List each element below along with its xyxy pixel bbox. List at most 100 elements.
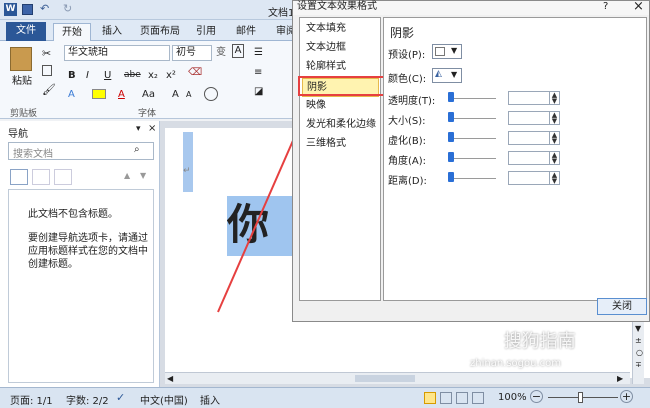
preset-dropdown[interactable]: ▼ [432,44,462,59]
underline-button[interactable]: U [104,67,111,85]
distance-spinner[interactable]: ▲ ▼ [508,171,560,185]
text-effects-button[interactable]: A [68,86,75,104]
scroll-thumb[interactable] [355,375,415,382]
nav-tab-headings-icon[interactable] [10,169,28,185]
transparency-spinner[interactable]: ▲ ▼ [508,91,560,105]
nav-tab-pages-icon[interactable] [32,169,50,185]
zoom-slider-thumb[interactable] [578,392,583,403]
scroll-left-icon[interactable]: ◀ [167,374,173,383]
language-indicator[interactable]: 中文(中国) [140,392,188,407]
nav-up-icon[interactable]: ▲ [124,171,130,180]
grow-font-button[interactable]: A [172,86,179,104]
category-reflection[interactable]: 映像 [302,97,379,116]
outline-view-icon[interactable] [472,392,484,404]
font-name-combo[interactable]: 华文琥珀 [64,45,170,61]
reading-view-icon[interactable] [440,392,452,404]
shrink-font-button[interactable]: A [186,86,191,104]
print-layout-view-icon[interactable] [424,392,436,404]
angle-spinner[interactable]: ▲ ▼ [508,151,560,165]
strikethrough-button[interactable]: abe [124,67,141,85]
font-color-button[interactable]: A [118,86,125,104]
angle-track [448,158,496,159]
tab-mailings[interactable]: 邮件 [230,23,262,41]
transparency-track [448,98,496,99]
undo-icon[interactable]: ↶ [40,2,49,15]
font-group-label: 字体 [138,109,157,119]
category-text-outline[interactable]: 文本边框 [302,39,379,58]
size-slider[interactable] [448,112,454,122]
transparency-slider[interactable] [448,92,454,102]
word-logo-icon: W [4,3,17,16]
paste-button[interactable]: 粘贴 [12,73,32,91]
spinner-arrows-icon: ▲ ▼ [549,132,559,145]
cut-icon[interactable]: ✂ [42,47,51,60]
category-outline-style[interactable]: 轮廓样式 [302,58,379,77]
word-count[interactable]: 字数: 2/2 [66,392,109,407]
dialog-close-icon[interactable]: × [633,0,644,14]
subscript-button[interactable]: x₂ [148,67,158,85]
clear-format-icon[interactable]: ⌫ [188,67,202,78]
angle-label: 角度(A): [388,156,427,167]
watermark-url: zhinan.sogou.com [470,358,562,369]
angle-slider[interactable] [448,152,454,162]
web-view-icon[interactable] [456,392,468,404]
nav-close-icon[interactable]: × [148,123,156,134]
bold-button[interactable]: B [68,67,76,85]
align-left-icon[interactable]: ≡ [254,67,262,78]
char-border-button[interactable]: A [232,44,244,58]
horizontal-scrollbar[interactable]: ◀ ▶ [165,372,630,384]
zoom-slider-track[interactable] [548,397,618,398]
tab-page-layout[interactable]: 页面布局 [134,23,186,41]
font-size-combo[interactable]: 初号 [172,45,212,61]
category-glow-soft-edges[interactable]: 发光和柔化边缘 [302,116,379,135]
bullets-icon[interactable]: ☰ [254,47,263,58]
page-count[interactable]: 页面: 1/1 [10,392,53,407]
scroll-right-icon[interactable]: ▶ [617,374,623,383]
highlight-icon[interactable] [92,89,106,99]
blur-spinner[interactable]: ▲ ▼ [508,131,560,145]
spinner-arrows-icon: ▲ ▼ [549,152,559,165]
nav-title: 导航 [8,129,28,140]
save-icon[interactable] [22,4,33,15]
proofing-icon[interactable]: ✓ [116,391,125,404]
tab-insert[interactable]: 插入 [96,23,128,41]
tab-file[interactable]: 文件 [6,22,46,41]
category-text-fill[interactable]: 文本填充 [302,20,379,39]
size-spinner[interactable]: ▲ ▼ [508,111,560,125]
zoom-in-icon[interactable]: + [620,390,633,403]
tab-home[interactable]: 开始 [53,23,91,41]
blur-track [448,138,496,139]
nav-empty-line1: 此文档不包含标题。 [28,209,118,220]
watermark: 搜狗指南 zhinan.sogou.com [470,322,650,369]
nav-tab-results-icon[interactable] [54,169,72,185]
zoom-out-icon[interactable]: − [530,390,543,403]
search-icon[interactable]: ⌕ [134,144,140,155]
copy-icon[interactable] [42,65,52,76]
redo-icon[interactable]: ↻ [63,2,72,15]
nav-menu-icon[interactable]: ▾ [136,124,141,134]
window-title: 文档1 [268,8,295,19]
nav-search-input[interactable]: 搜索文档 [8,142,154,160]
dialog-help-button[interactable]: ? [603,1,608,12]
distance-slider[interactable] [448,172,454,182]
preset-label: 预设(P): [388,50,426,61]
close-button[interactable]: 关闭 [597,298,647,315]
superscript-button[interactable]: x² [166,67,176,85]
watermark-text: 搜狗指南 [503,331,576,352]
transparency-label: 透明度(T): [388,96,436,107]
zoom-level[interactable]: 100% [498,392,527,403]
paste-icon[interactable] [10,47,32,71]
status-bar: 页面: 1/1 字数: 2/2 ✓ 中文(中国) 插入 100% − + [0,387,650,408]
change-case-button[interactable]: Aa [142,86,155,104]
nav-down-icon[interactable]: ▼ [140,171,146,180]
format-text-effects-dialog: 设置文本效果格式 ? × 文本填充 文本边框 轮廓样式 阴影 映像 发光和柔化边… [292,0,650,322]
color-dropdown[interactable]: ◭ ▼ [432,68,462,83]
format-painter-icon[interactable]: 🖌 [42,83,56,96]
italic-button[interactable]: I [86,67,89,85]
category-3d-format[interactable]: 三维格式 [302,135,379,154]
tab-references[interactable]: 引用 [190,23,222,41]
font-style-icon[interactable]: 变 [216,44,226,62]
blur-slider[interactable] [448,132,454,142]
paint-bucket-icon: ◭ [435,69,442,79]
insert-mode[interactable]: 插入 [200,392,220,407]
